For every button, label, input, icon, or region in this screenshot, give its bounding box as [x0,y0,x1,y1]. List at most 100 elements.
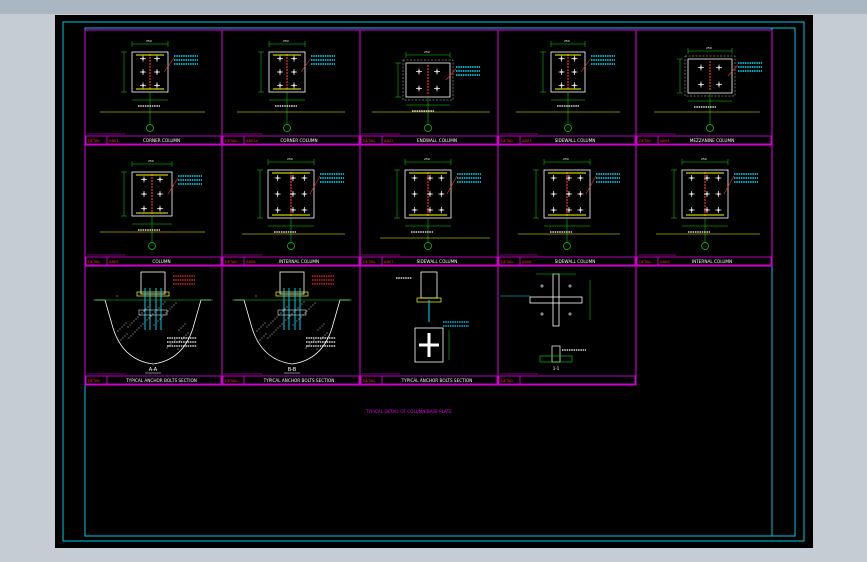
concrete-hatch [267,337,269,339]
detail-ref: AB08 [522,260,532,264]
concrete-hatch [159,318,161,320]
concrete-hatch [264,322,266,324]
drawing-canvas[interactable]: 250 250 250 250 250 250 250 250 250 250 A-A B-B 1-1 D… [0,0,867,562]
concrete-hatch [269,335,271,337]
concrete-hatch [305,347,307,349]
concrete-hatch [310,306,312,308]
concrete-hatch [276,316,278,318]
detail-ref: AB02 [384,139,394,143]
concrete-hatch [316,348,318,350]
concrete-hatch [313,339,315,341]
concrete-hatch [181,338,183,340]
concrete-hatch [266,326,268,328]
concrete-hatch [300,316,302,318]
detail-tag: DETAIL [88,260,100,264]
concrete-hatch [265,333,267,335]
concrete-hatch [296,320,298,322]
dim-text: 250 [701,157,707,161]
concrete-hatch [279,325,281,327]
concrete-hatch [298,318,300,320]
concrete-hatch [282,310,284,312]
concrete-hatch [301,303,303,305]
concrete-hatch [123,324,125,326]
concrete-hatch [292,324,294,326]
concrete-hatch [297,307,299,309]
concrete-hatch [318,340,320,342]
concrete-hatch [134,331,136,333]
detail-tag: DETAIL [501,379,513,383]
concrete-hatch [321,325,323,327]
detail-tag: DETAIL [639,139,651,143]
concrete-hatch [304,312,306,314]
concrete-hatch [140,325,142,327]
concrete-hatch [275,329,277,331]
concrete-hatch [154,311,156,313]
concrete-hatch [169,308,171,310]
detail-ref: AB07 [384,260,394,264]
concrete-hatch [145,308,147,310]
concrete-hatch [277,327,279,329]
concrete-hatch [317,329,319,331]
detail-tag: DETAIL [225,379,237,383]
concrete-hatch [312,304,314,306]
concrete-hatch [263,335,265,337]
concrete-hatch [170,343,172,345]
concrete-hatch [116,295,118,297]
concrete-hatch [127,326,129,328]
detail-tag: DETAIL [501,139,513,143]
concrete-hatch [182,325,184,327]
concrete-hatch [137,316,139,318]
section-label: 1-1 [553,366,560,371]
concrete-hatch [171,306,173,308]
concrete-hatch [161,316,163,318]
dim-text: 250 [287,157,293,161]
concrete-hatch [167,310,169,312]
dim-text: 250 [146,39,152,43]
concrete-hatch [291,313,293,315]
concrete-hatch [126,333,128,335]
concrete-hatch [164,301,166,303]
dim-text: 250 [148,159,154,163]
dim-text: 250 [706,46,712,50]
concrete-hatch [173,304,175,306]
cad-viewport[interactable]: 250 250 250 250 250 250 250 250 250 250 A-A B-B 1-1 D… [0,0,867,562]
concrete-hatch [309,343,311,345]
concrete-hatch [268,324,270,326]
drawing-sheet [55,15,813,548]
concrete-hatch [125,322,127,324]
concrete-hatch [258,328,260,330]
concrete-hatch [158,307,160,309]
detail-caption: SIDEWALL COLUMN [555,138,596,143]
sheet-note: TYPICAL DETAIL OF COLUMN BASE PLATE [365,409,452,414]
detail-tag: DETAIL [363,379,375,383]
concrete-hatch [150,315,152,317]
detail-tag: DETAIL [501,260,513,264]
concrete-hatch [177,348,179,350]
detail-caption: CORNER COLUMN [143,138,180,143]
detail-tag: DETAIL [639,260,651,264]
detail-tag: DETAIL [225,139,237,143]
detail-ref: AB09 [660,260,670,264]
concrete-hatch [146,319,148,321]
concrete-hatch [124,335,126,337]
concrete-hatch [135,318,137,320]
concrete-hatch [152,313,154,315]
detail-ref: AB01 [109,139,119,143]
concrete-hatch [293,311,295,313]
concrete-hatch [175,302,177,304]
detail-tag: DETAIL [363,139,375,143]
concrete-hatch [308,308,310,310]
detail-tag: DETAIL [363,260,375,264]
detail-caption: INTERNAL COLUMN [692,259,732,264]
detail-ref: AB03 [522,139,532,143]
concrete-hatch [289,315,291,317]
detail-caption: TYPICAL ANCHOR BOLTS SECTION [263,378,335,383]
detail-tag: DETAIL [88,379,100,383]
concrete-hatch [130,335,132,337]
detail-caption: TYPICAL ANCHOR BOLTS SECTION [401,378,473,383]
concrete-hatch [178,329,180,331]
detail-ref: AB05 [109,260,119,264]
concrete-hatch [147,306,149,308]
concrete-hatch [166,347,168,349]
concrete-hatch [138,327,140,329]
